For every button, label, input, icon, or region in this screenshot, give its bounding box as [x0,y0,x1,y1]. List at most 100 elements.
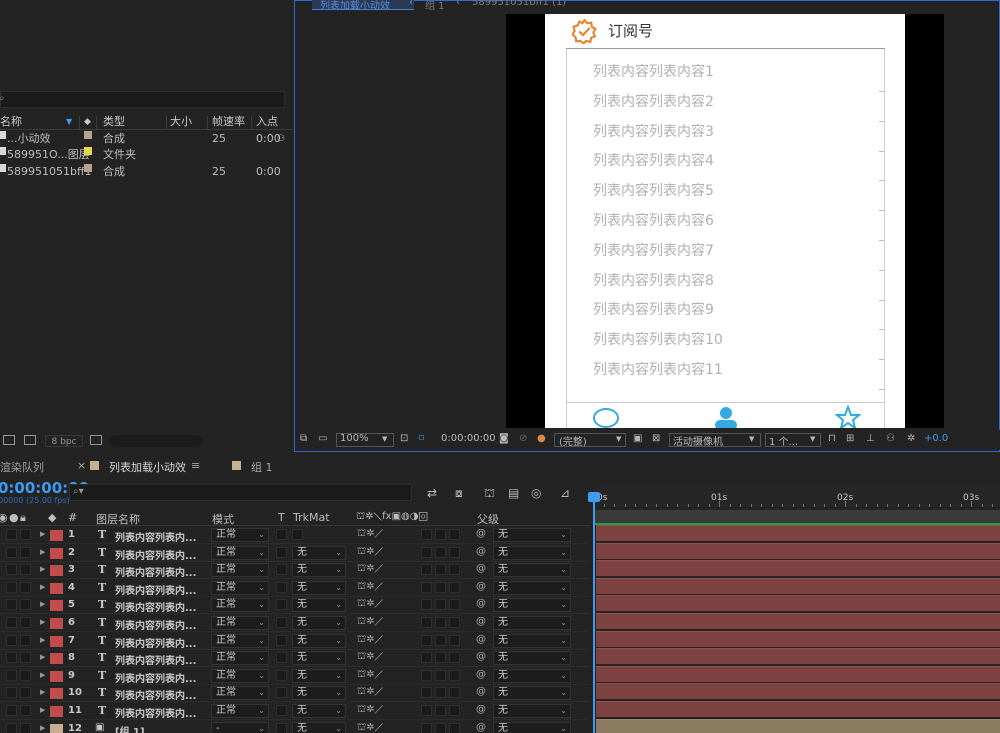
layer-name[interactable]: [组 1] [115,723,145,733]
layer-bar[interactable] [596,613,1000,629]
tab-precomp[interactable]: 589951051bff1 (1) [472,0,566,8]
mask-visibility-icon[interactable]: ⌑ [419,433,424,444]
trkmat-dropdown[interactable]: 无 ⌄ [292,563,346,578]
audio-column-icon[interactable]: ● [9,511,19,524]
layer-name[interactable]: 列表内容列表内... [115,635,196,650]
preserve-transparency-toggle[interactable] [276,529,287,540]
layer-bar[interactable] [596,577,1000,594]
expand-arrow-icon[interactable]: ▶ [40,671,45,679]
parent-dropdown[interactable]: 无 ⌄ [493,633,571,648]
layer-name[interactable]: 列表内容列表内... [115,564,196,579]
lock-toggle[interactable] [20,722,31,733]
toggle-pixel-aspect-icon[interactable]: ⊓ [828,433,836,444]
project-item[interactable]: ...小动效 合成 25 0:00 ⚇ [0,131,293,147]
label-swatch[interactable] [84,164,92,172]
shy-switch-icon[interactable]: ⛫✲⟋ [357,546,383,559]
monitor-icon[interactable]: ▭ [318,433,327,444]
expand-arrow-icon[interactable]: ▶ [40,530,45,538]
preserve-transparency-toggle[interactable] [276,669,287,681]
motion-blur-switch[interactable] [435,634,446,646]
layer-row[interactable]: ▶ 9 T 列表内容列表内... 正常 ⌄ 无 ⌄ ⛫✲⟋ @ 无 ⌄ [0,668,590,685]
expand-arrow-icon[interactable]: ▶ [40,688,45,696]
flowchart-icon[interactable]: ⚇ [886,433,895,444]
trkmat-dropdown[interactable]: 无 ⌄ [292,721,346,733]
trkmat-dropdown[interactable]: 无 ⌄ [292,651,346,666]
fast-preview-icon[interactable]: ⊞ [846,433,854,444]
col-size[interactable]: 大小 [170,115,192,129]
shy-switch-icon[interactable]: ⛫✲⟋ [357,651,383,664]
motion-blur-icon[interactable]: ◎ [531,486,541,500]
layer-label-swatch[interactable] [50,600,63,612]
label-swatch[interactable] [84,147,92,155]
3d-switch[interactable] [449,546,460,558]
layer-bar[interactable] [596,542,1000,559]
exposure-reset-icon[interactable]: ✲ [907,433,915,444]
3d-switch[interactable] [449,722,460,733]
layer-bar[interactable] [596,701,1000,717]
preserve-transparency-toggle[interactable] [276,546,287,558]
shy-switch-icon[interactable]: ⛫✲⟋ [357,704,383,717]
lock-toggle[interactable] [20,687,31,699]
layer-row[interactable]: ▶ 5 T 列表内容列表内... 正常 ⌄ 无 ⌄ ⛫✲⟋ @ 无 ⌄ [0,597,590,615]
trash-icon[interactable] [90,435,102,445]
visibility-toggle[interactable] [6,634,17,646]
visibility-toggle[interactable] [6,652,17,664]
layer-row[interactable]: ▶ 1 T 列表内容列表内... 正常 ⌄ ⛫✲⟋ @ 无 ⌄ [0,527,590,544]
preserve-transparency-toggle[interactable] [276,634,287,646]
3d-switch[interactable] [449,529,460,540]
tab-comp[interactable]: 列表加载小动效 [109,459,186,475]
mode-dropdown[interactable]: - ⌄ [211,721,269,733]
mode-dropdown[interactable]: 正常 ⌄ [211,668,269,683]
timeline-icon[interactable]: ⊥ [866,433,875,444]
shy-switch-icon[interactable]: ⛫✲⟋ [357,598,383,611]
current-time-indicator-handle[interactable] [588,492,600,502]
pickwhip-icon[interactable]: @ [476,669,486,680]
label-column-icon[interactable]: ◆ [48,511,56,524]
expand-arrow-icon[interactable]: ▶ [40,548,45,556]
pickwhip-icon[interactable]: @ [476,634,486,645]
preserve-transparency-toggle[interactable] [276,652,287,664]
expand-arrow-icon[interactable]: ▶ [40,618,45,626]
visibility-toggle[interactable] [6,722,17,733]
visibility-column-icon[interactable]: ◉ [0,511,8,524]
3d-switch[interactable] [449,617,460,628]
layer-label-swatch[interactable] [50,653,63,665]
trkmat-dropdown[interactable]: 无 ⌄ [292,633,346,648]
visibility-toggle[interactable] [6,705,17,716]
snapshot-icon[interactable]: ⧉ [300,433,307,444]
lock-toggle[interactable] [20,705,31,716]
layer-row[interactable]: ▶ 2 T 列表内容列表内... 正常 ⌄ 无 ⌄ ⛫✲⟋ @ 无 ⌄ [0,545,590,562]
parent-dropdown[interactable]: 无 ⌄ [493,686,571,701]
work-area-bar[interactable] [593,510,1000,523]
label-swatch[interactable] [84,131,92,139]
menu-icon[interactable]: ≡ [191,459,200,472]
layer-bar[interactable] [596,595,1000,612]
current-time-indicator[interactable] [593,492,595,733]
shy-switch-icon[interactable]: ⛫✲⟋ [357,616,383,629]
sort-arrow-icon[interactable]: ▼ [66,115,72,129]
parent-dropdown[interactable]: 无 ⌄ [493,545,571,560]
3d-switch[interactable] [449,705,460,716]
fx-switch[interactable] [421,529,432,540]
shy-switch-icon[interactable]: ⛫✲⟋ [357,669,383,682]
layer-row[interactable]: ▶ 7 T 列表内容列表内... 正常 ⌄ 无 ⌄ ⛫✲⟋ @ 无 ⌄ [0,633,590,650]
layer-row[interactable]: ▶ 6 T 列表内容列表内... 正常 ⌄ 无 ⌄ ⛫✲⟋ @ 无 ⌄ [0,615,590,632]
visibility-toggle[interactable] [6,599,17,611]
visibility-toggle[interactable] [6,687,17,699]
draft-3d-icon[interactable]: ⧇ [455,486,463,501]
col-type[interactable]: 类型 [103,115,125,129]
fx-switch[interactable] [421,634,432,646]
parent-dropdown[interactable]: 无 ⌄ [493,651,571,666]
motion-blur-switch[interactable] [435,581,446,593]
visibility-toggle[interactable] [6,617,17,628]
viewer-timecode[interactable]: 0:00:00:00 [441,433,496,444]
pickwhip-icon[interactable]: @ [476,722,486,733]
layer-row[interactable]: ▶ 10 T 列表内容列表内... 正常 ⌄ 无 ⌄ ⛫✲⟋ @ 无 ⌄ [0,685,590,703]
mode-dropdown[interactable]: 正常 ⌄ [211,686,269,701]
tab-group[interactable]: 组 1 [425,0,445,12]
col-inpoint[interactable]: 入点 [256,115,278,129]
project-item[interactable]: 589951051bff1 合成 25 0:00 [0,164,293,180]
layer-row[interactable]: ▶ 8 T 列表内容列表内... 正常 ⌄ 无 ⌄ ⛫✲⟋ @ 无 ⌄ [0,650,590,668]
transparency-grid-icon[interactable]: ⊠ [652,433,660,444]
preserve-transparency-toggle[interactable] [276,722,287,733]
